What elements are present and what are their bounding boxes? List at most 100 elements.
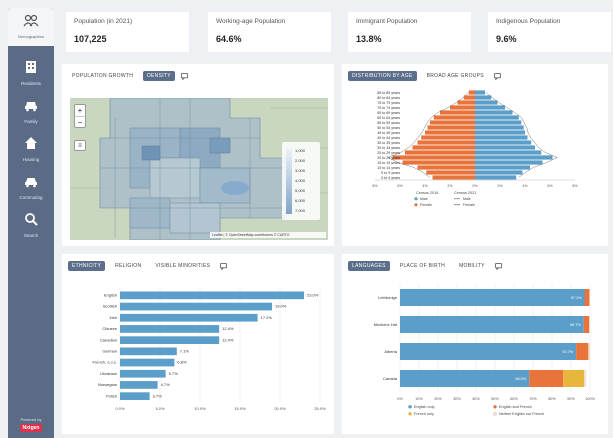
kpi-card-working-age: Working-age Population 64.6% xyxy=(208,12,331,52)
languages-bar-segment xyxy=(589,289,590,306)
pyramid-bar-female xyxy=(475,125,524,130)
languages-legend-label: English and French xyxy=(499,405,532,409)
ethnicity-category-label: French, n.o.s. xyxy=(93,360,117,365)
languages-category-label: Canada xyxy=(383,376,398,381)
legend-label: 3,000 xyxy=(295,168,306,173)
languages-bar-segment xyxy=(583,316,590,333)
ethnicity-tick-label: 15.0% xyxy=(234,406,246,411)
languages-tick-label: 80% xyxy=(548,397,556,401)
languages-category-label: Alberta xyxy=(384,349,397,354)
pyramid-category-label: 45 to 49 years xyxy=(377,131,400,135)
languages-tick-label: 20% xyxy=(434,397,442,401)
comment-icon[interactable] xyxy=(494,262,502,270)
sidebar-item-label: Residents xyxy=(20,81,41,86)
ethnicity-value-label: 23.0% xyxy=(307,293,319,298)
pyramid-tick-label: 8% xyxy=(572,184,578,188)
pyramid-bar-male xyxy=(430,120,475,125)
kpi-title: Indigenous Population xyxy=(496,18,561,25)
pyramid-bar-male xyxy=(450,105,475,110)
pyramid-bar-female xyxy=(475,90,485,95)
pyramid-bar-male xyxy=(412,145,475,150)
search-icon xyxy=(25,213,38,226)
zoom-in-button[interactable]: + xyxy=(75,105,85,116)
zoom-control: + − xyxy=(74,104,86,128)
ethnicity-bar xyxy=(120,291,304,300)
ethnicity-value-label: 4.7% xyxy=(161,382,171,387)
sidebar-item-label: Housing xyxy=(22,157,40,162)
sidebar-item-family[interactable]: Family xyxy=(8,94,54,130)
legend-label: 5,000 xyxy=(295,188,306,193)
languages-legend-swatch xyxy=(408,405,412,409)
languages-bar-segment xyxy=(589,316,590,333)
kpi-value: 9.6% xyxy=(496,34,517,44)
sidebar-item-label: Search xyxy=(23,233,39,238)
vendor-badge[interactable]: Nxtgen xyxy=(19,424,43,432)
pyramid-bar-male xyxy=(425,130,475,135)
sidebar-item-label: Commuting xyxy=(19,195,43,200)
kpi-value: 13.8% xyxy=(356,34,382,44)
pyramid-bar-male xyxy=(392,155,475,160)
languages-bar-segment xyxy=(584,370,587,387)
map-attribution[interactable]: Leaflet | © OpenStreetMap contributors ©… xyxy=(210,232,326,238)
tab-population-growth[interactable]: Population Growth xyxy=(68,71,137,81)
pyramid-bar-male xyxy=(433,115,475,120)
ethnicity-bar-chart: 0.0% 5.0% 10.0% 15.0% 20.0% 25.0% English 23.0%… xyxy=(93,288,326,411)
languages-bar-segment xyxy=(400,289,585,306)
pyramid-tick-label: 6% xyxy=(397,184,403,188)
layers-button[interactable]: ≡ xyxy=(74,140,86,151)
powered-by-label: Powered by xyxy=(20,417,42,422)
pyramid-bar-male xyxy=(405,150,475,155)
pyramid-category-label: 15 to 19 years xyxy=(377,161,400,165)
pyramid-bar-female xyxy=(475,120,522,125)
languages-panel: Languages Place of Birth Mobility 0% 10% 2… xyxy=(342,254,608,434)
zoom-out-button[interactable]: − xyxy=(75,116,85,127)
sidebar-item-search[interactable]: Search xyxy=(8,208,54,244)
pyramid-category-label: 60 to 64 years xyxy=(377,116,400,120)
tab-ethnicity[interactable]: Ethnicity xyxy=(68,261,106,271)
languages-tick-label: 40% xyxy=(472,397,480,401)
languages-legend-label: French only xyxy=(414,412,434,416)
pyramid-legend-swatch xyxy=(414,203,418,207)
sidebar: Demographics Residents Family Housing Co… xyxy=(8,8,54,438)
pyramid-panel: Distribution by Age Broad Age Groups 85 … xyxy=(342,64,608,246)
tab-religion[interactable]: Religion xyxy=(111,261,145,271)
tab-mobility[interactable]: Mobility xyxy=(455,261,489,271)
ethnicity-category-label: German xyxy=(103,349,117,354)
tab-density[interactable]: Density xyxy=(143,71,175,81)
languages-value-label: 97.1% xyxy=(571,296,582,300)
pyramid-tick-label: 2% xyxy=(447,184,453,188)
ethnicity-bar xyxy=(120,325,220,333)
languages-tick-label: 0% xyxy=(397,397,403,401)
languages-bar-segment xyxy=(529,370,564,387)
brand-logo[interactable]: Demographics xyxy=(8,8,54,46)
ethnicity-tabbar: Ethnicity Religion Visible Minorities xyxy=(68,260,228,272)
legend-label: 6,000 xyxy=(295,198,306,203)
comment-icon[interactable] xyxy=(180,72,188,80)
legend-label: 4,000 xyxy=(295,178,306,183)
kpi-title: Working-age Population xyxy=(216,18,286,25)
pyramid-legend-label: Male xyxy=(420,197,428,201)
sidebar-item-commuting[interactable]: Commuting xyxy=(8,170,54,206)
pyramid-legend-header: Census 2021 xyxy=(454,191,476,195)
tab-languages[interactable]: Languages xyxy=(348,261,390,271)
sidebar-item-housing[interactable]: Housing xyxy=(8,132,54,168)
pyramid-bar-female xyxy=(475,135,528,140)
ethnicity-bar xyxy=(120,369,166,378)
ethnicity-bar xyxy=(120,392,150,400)
tab-place-of-birth[interactable]: Place of Birth xyxy=(396,261,449,271)
ethnicity-value-label: 12.4% xyxy=(222,337,234,342)
ethnicity-tick-label: 25.0% xyxy=(314,406,326,411)
ethnicity-category-label: Polish xyxy=(106,393,117,398)
pyramid-category-label: 25 to 29 years xyxy=(377,151,400,155)
tab-visible-minorities[interactable]: Visible Minorities xyxy=(151,261,214,271)
sidebar-item-residents[interactable]: Residents xyxy=(8,56,54,92)
comment-icon[interactable] xyxy=(220,262,228,270)
pyramid-bar-male xyxy=(417,165,475,170)
pyramid-tick-label: 8% xyxy=(372,184,378,188)
languages-category-label: Medicine Hat xyxy=(374,322,398,327)
languages-bar-segment xyxy=(563,370,585,387)
kpi-title: Immigrant Population xyxy=(356,18,418,25)
ethnicity-value-label: 7.1% xyxy=(180,349,190,354)
pyramid-bar-female xyxy=(475,130,525,135)
languages-tabbar: Languages Place of Birth Mobility xyxy=(348,260,502,272)
